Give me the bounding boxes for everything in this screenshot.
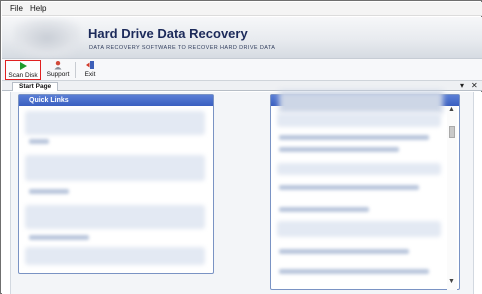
menu-file[interactable]: File [10, 4, 23, 13]
quick-links-title: Quick Links [19, 95, 213, 106]
quick-link-item[interactable] [29, 235, 89, 240]
support-person-icon [54, 61, 62, 70]
scan-disk-label: Scan Disk [8, 72, 38, 79]
info-scrollbar[interactable]: ▲ ▼ [447, 106, 457, 290]
quick-link-item[interactable] [25, 111, 205, 135]
app-title: Hard Drive Data Recovery [88, 26, 248, 41]
quick-link-item[interactable] [29, 139, 49, 144]
tab-list-dropdown-icon[interactable]: ▾ [460, 81, 464, 90]
menu-help[interactable]: Help [30, 4, 46, 13]
info-text-line [279, 269, 429, 274]
product-logo [14, 19, 80, 57]
info-text-line [279, 249, 409, 254]
toolbar: Scan Disk Support Exit [2, 59, 482, 81]
info-text-line [279, 135, 429, 140]
quick-link-item[interactable] [25, 247, 205, 265]
info-link[interactable] [279, 207, 369, 212]
exit-button[interactable]: Exit [80, 60, 100, 80]
exit-door-icon [86, 61, 94, 69]
tab-close-icon[interactable]: ✕ [471, 81, 478, 90]
play-triangle-icon [20, 62, 27, 70]
quick-link-item[interactable] [29, 189, 69, 194]
info-panel-body [277, 109, 443, 287]
tab-strip: Start Page ▾ ✕ [2, 81, 482, 91]
app-banner: Hard Drive Data Recovery DATA RECOVERY S… [2, 17, 482, 59]
app-window: File Help Hard Drive Data Recovery DATA … [0, 0, 482, 294]
info-text-line [279, 185, 419, 190]
support-label: Support [46, 71, 70, 78]
info-text-block [277, 163, 441, 175]
quick-links-list [23, 109, 209, 269]
exit-label: Exit [84, 71, 96, 78]
quick-link-item[interactable] [25, 205, 205, 229]
info-panel [270, 91, 460, 290]
menu-bar: File Help [2, 2, 482, 16]
scan-disk-button[interactable]: Scan Disk [5, 60, 41, 80]
scrollbar-thumb[interactable] [449, 126, 455, 138]
support-button[interactable]: Support [44, 60, 72, 80]
quick-link-item[interactable] [25, 155, 205, 181]
info-text-block [277, 221, 441, 237]
scroll-up-icon[interactable]: ▲ [448, 106, 455, 113]
tab-start-page[interactable]: Start Page [12, 82, 59, 91]
start-page-content: Quick Links ▲ ▼ [2, 91, 482, 294]
app-subtitle: DATA RECOVERY SOFTWARE TO RECOVER HARD D… [89, 45, 276, 51]
toolbar-separator [75, 62, 76, 78]
quick-links-panel: Quick Links [18, 94, 214, 274]
info-text-line [279, 147, 399, 152]
info-text-block [277, 113, 441, 127]
scroll-down-icon[interactable]: ▼ [448, 278, 455, 285]
